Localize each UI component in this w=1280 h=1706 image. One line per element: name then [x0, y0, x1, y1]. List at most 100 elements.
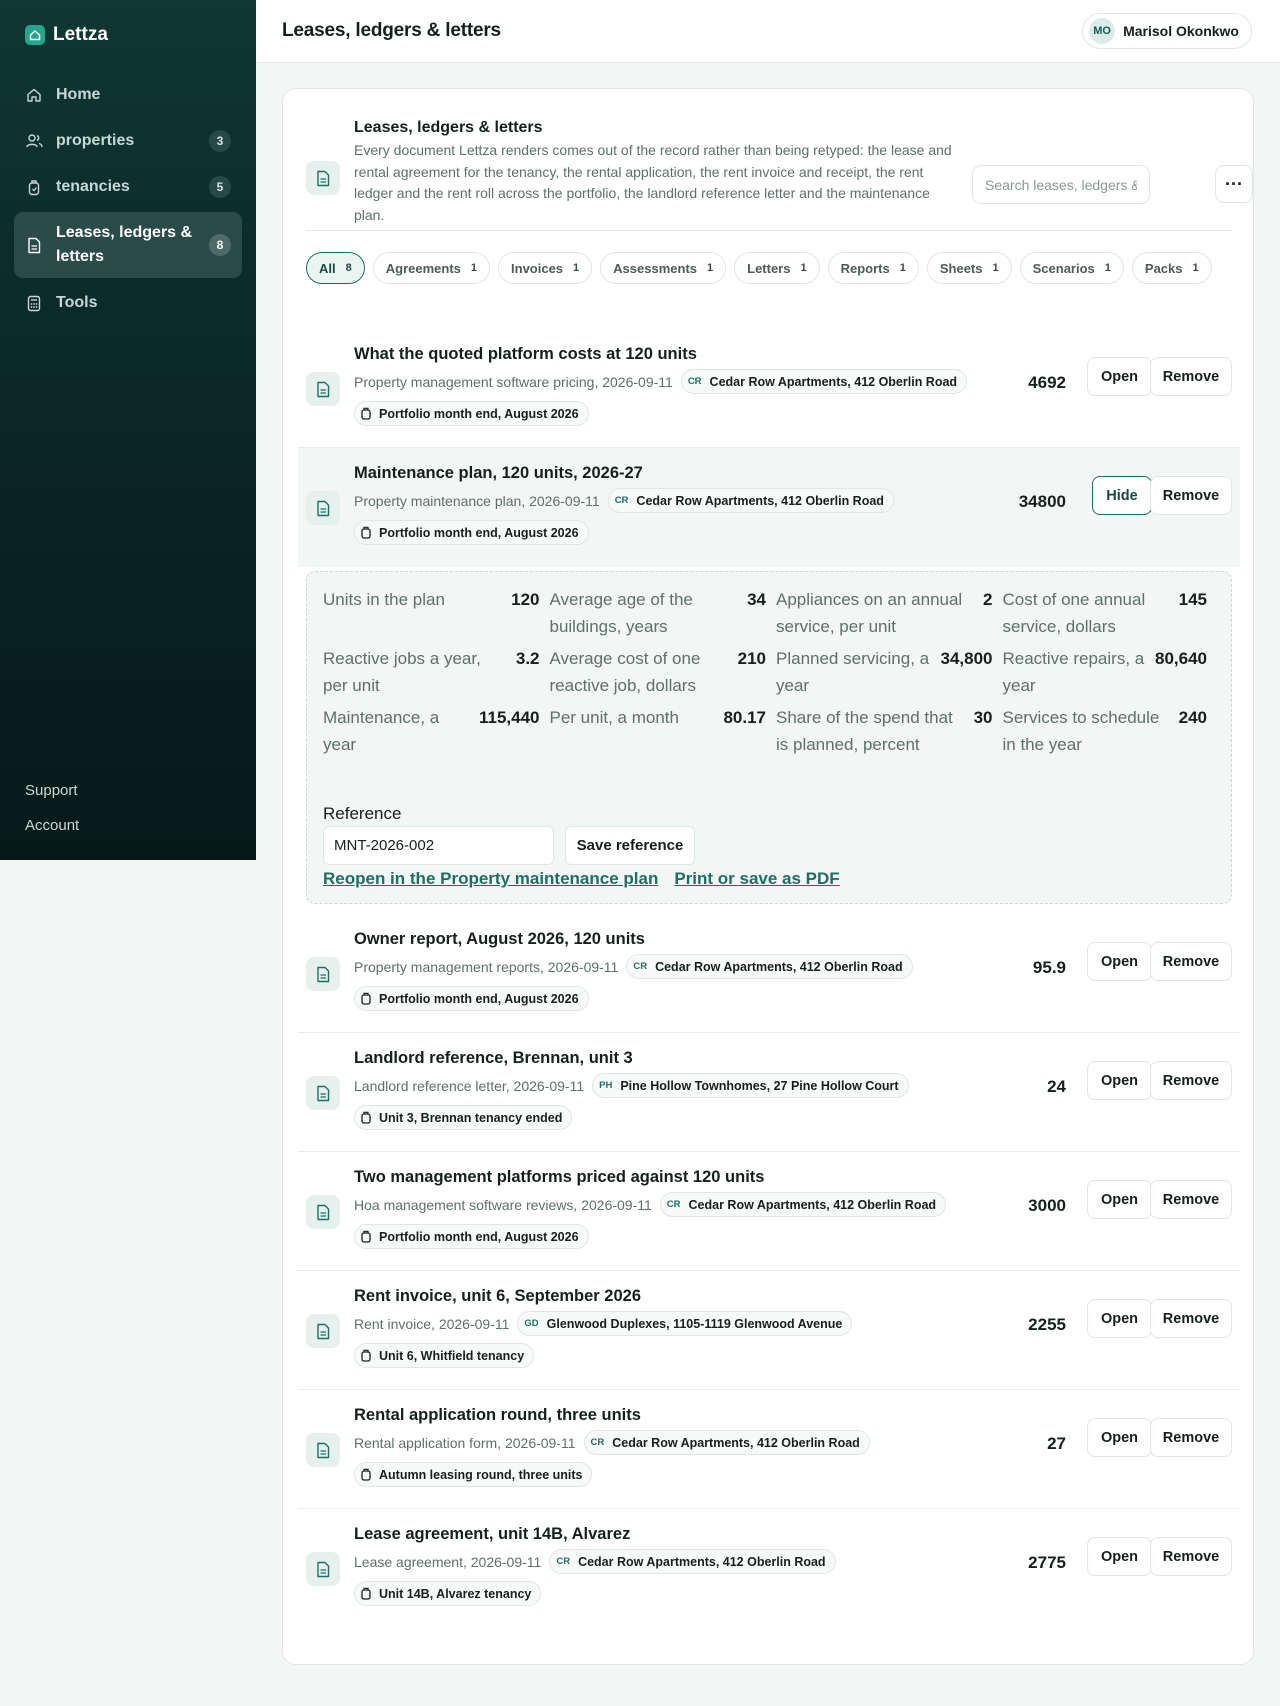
- property-tag[interactable]: CR Cedar Row Apartments, 412 Oberlin Road: [659, 1192, 947, 1217]
- metric-label: Share of the spend that is planned, perc…: [776, 708, 953, 754]
- support-link[interactable]: Support: [25, 782, 79, 817]
- open-button[interactable]: Open: [1087, 1180, 1152, 1219]
- chip-count: 1: [707, 262, 714, 274]
- chip-label: Letters: [747, 260, 791, 276]
- tenancy-icon: [361, 1587, 371, 1600]
- open-button[interactable]: Open: [1087, 1537, 1152, 1576]
- document-icon: [306, 372, 340, 406]
- chip-count: 1: [800, 262, 807, 274]
- context-tag[interactable]: Portfolio month end, August 2026: [354, 401, 589, 426]
- property-tag[interactable]: CR Cedar Row Apartments, 412 Oberlin Road: [607, 488, 894, 513]
- sidebar-nav: Home properties 3 tenancies 5 Leases, le…: [14, 74, 242, 328]
- open-button[interactable]: Open: [1087, 357, 1152, 396]
- document-value: 2775: [1028, 1553, 1066, 1572]
- document-meta: Property management reports, 2026-09-11 …: [354, 954, 913, 979]
- property-abbr: CR: [633, 961, 648, 972]
- filter-assessments[interactable]: Assessments 1: [600, 252, 727, 284]
- property-tag[interactable]: CR Cedar Row Apartments, 412 Oberlin Road: [680, 369, 968, 394]
- filter-scenarios[interactable]: Scenarios 1: [1019, 252, 1124, 284]
- context-tag[interactable]: Autumn leasing round, three units: [354, 1462, 593, 1487]
- context-label: Unit 14B, Alvarez tenancy: [379, 1586, 532, 1601]
- property-tag[interactable]: CR Cedar Row Apartments, 412 Oberlin Road: [583, 1430, 870, 1455]
- context-tag[interactable]: Unit 6, Whitfield tenancy: [354, 1343, 535, 1368]
- document-value: 34800: [1018, 492, 1066, 511]
- remove-button[interactable]: Remove: [1150, 357, 1232, 396]
- document-type-date: Property management software pricing, 20…: [354, 373, 673, 390]
- property-name: Cedar Row Apartments, 412 Oberlin Road: [709, 374, 958, 389]
- property-tag[interactable]: PH Pine Hollow Townhomes, 27 Pine Hollow …: [592, 1073, 909, 1098]
- remove-button[interactable]: Remove: [1150, 1180, 1232, 1219]
- metric: Per unit, a month 80.17: [550, 704, 777, 785]
- metric-value: 80.17: [723, 708, 766, 727]
- context-tag[interactable]: Unit 14B, Alvarez tenancy: [354, 1581, 542, 1606]
- metric-value: 210: [737, 649, 766, 668]
- more-options-button[interactable]: ···: [1215, 165, 1253, 203]
- calculator-icon: [25, 294, 43, 312]
- document-type-date: Landlord reference letter, 2026-09-11: [354, 1077, 585, 1094]
- user-name: Marisol Okonkwo: [1123, 23, 1239, 39]
- property-abbr: CR: [666, 1199, 681, 1210]
- context-tag[interactable]: Unit 3, Brennan tenancy ended: [354, 1105, 573, 1130]
- top-bar: Leases, ledgers & letters MO Marisol Oko…: [256, 0, 1280, 63]
- hide-button[interactable]: Hide: [1092, 476, 1152, 515]
- search-input[interactable]: [972, 165, 1150, 204]
- remove-button[interactable]: Remove: [1150, 1418, 1232, 1457]
- tenancy-icon: [361, 407, 371, 420]
- filter-all[interactable]: All 8: [306, 252, 365, 284]
- open-button[interactable]: Open: [1087, 942, 1152, 981]
- sidebar-item-tools[interactable]: Tools: [14, 282, 242, 324]
- property-tag[interactable]: CR Cedar Row Apartments, 412 Oberlin Road: [549, 1549, 836, 1574]
- filter-reports[interactable]: Reports 1: [827, 252, 919, 284]
- chip-label: Invoices: [511, 260, 564, 276]
- print-link[interactable]: Print or save as PDF: [674, 869, 839, 889]
- save-reference-button[interactable]: Save reference: [565, 826, 695, 865]
- metric: Average cost of one reactive job, dollar…: [550, 645, 777, 704]
- document-type-date: Rental application form, 2026-09-11: [354, 1434, 576, 1451]
- user-menu[interactable]: MO Marisol Okonkwo: [1082, 13, 1252, 49]
- context-tag[interactable]: Portfolio month end, August 2026: [354, 1224, 589, 1249]
- document-type-date: Lease agreement, 2026-09-11: [354, 1553, 542, 1570]
- list-item: Two management platforms priced against …: [298, 1152, 1240, 1271]
- remove-button[interactable]: Remove: [1150, 1537, 1232, 1576]
- context-label: Portfolio month end, August 2026: [379, 1229, 579, 1244]
- context-tag[interactable]: Portfolio month end, August 2026: [354, 520, 589, 545]
- sidebar-item-tenancies[interactable]: tenancies 5: [14, 166, 242, 208]
- open-button[interactable]: Open: [1087, 1061, 1152, 1100]
- filter-packs[interactable]: Packs 1: [1131, 252, 1212, 284]
- metric: Services to schedule in the year 240: [1003, 704, 1218, 785]
- metric-label: Per unit, a month: [549, 708, 679, 727]
- sidebar-item-leases[interactable]: Leases, ledgers & letters 8: [14, 212, 242, 278]
- document-title: Rent invoice, unit 6, September 2026: [354, 1287, 642, 1305]
- filter-agreements[interactable]: Agreements 1: [372, 252, 491, 284]
- remove-button[interactable]: Remove: [1150, 942, 1232, 981]
- reopen-link[interactable]: Reopen in the Property maintenance plan: [323, 869, 658, 889]
- sidebar-item-properties[interactable]: properties 3: [14, 120, 242, 162]
- property-tag[interactable]: CR Cedar Row Apartments, 412 Oberlin Road: [626, 954, 913, 979]
- context-tag[interactable]: Portfolio month end, August 2026: [354, 986, 589, 1011]
- metric-label: Services to schedule in the year: [1002, 708, 1160, 754]
- property-name: Cedar Row Apartments, 412 Oberlin Road: [688, 1197, 937, 1212]
- property-name: Cedar Row Apartments, 412 Oberlin Road: [578, 1554, 826, 1569]
- document-icon: [306, 1314, 340, 1348]
- chip-count: 8: [345, 262, 352, 274]
- filter-sheets[interactable]: Sheets 1: [926, 252, 1012, 284]
- brand[interactable]: Lettza: [25, 24, 108, 46]
- open-button[interactable]: Open: [1087, 1299, 1152, 1338]
- context-label: Unit 3, Brennan tenancy ended: [379, 1110, 563, 1125]
- remove-button[interactable]: Remove: [1150, 476, 1232, 515]
- chip-label: All: [319, 260, 336, 276]
- open-button[interactable]: Open: [1087, 1418, 1152, 1457]
- chip-count: 1: [1192, 262, 1199, 274]
- document-list: What the quoted platform costs at 120 un…: [298, 329, 1240, 1628]
- list-item: Lease agreement, unit 14B, Alvarez Lease…: [298, 1509, 1240, 1628]
- remove-button[interactable]: Remove: [1150, 1299, 1232, 1338]
- reference-input[interactable]: [323, 826, 554, 865]
- context-label: Portfolio month end, August 2026: [379, 406, 579, 421]
- filter-invoices[interactable]: Invoices 1: [498, 252, 593, 284]
- page-title: Leases, ledgers & letters: [282, 20, 501, 41]
- filter-letters[interactable]: Letters 1: [734, 252, 820, 284]
- sidebar-item-home[interactable]: Home: [14, 74, 242, 116]
- account-link[interactable]: Account: [25, 817, 79, 852]
- remove-button[interactable]: Remove: [1150, 1061, 1232, 1100]
- property-tag[interactable]: GD Glenwood Duplexes, 1105-1119 Glenwood …: [517, 1311, 853, 1336]
